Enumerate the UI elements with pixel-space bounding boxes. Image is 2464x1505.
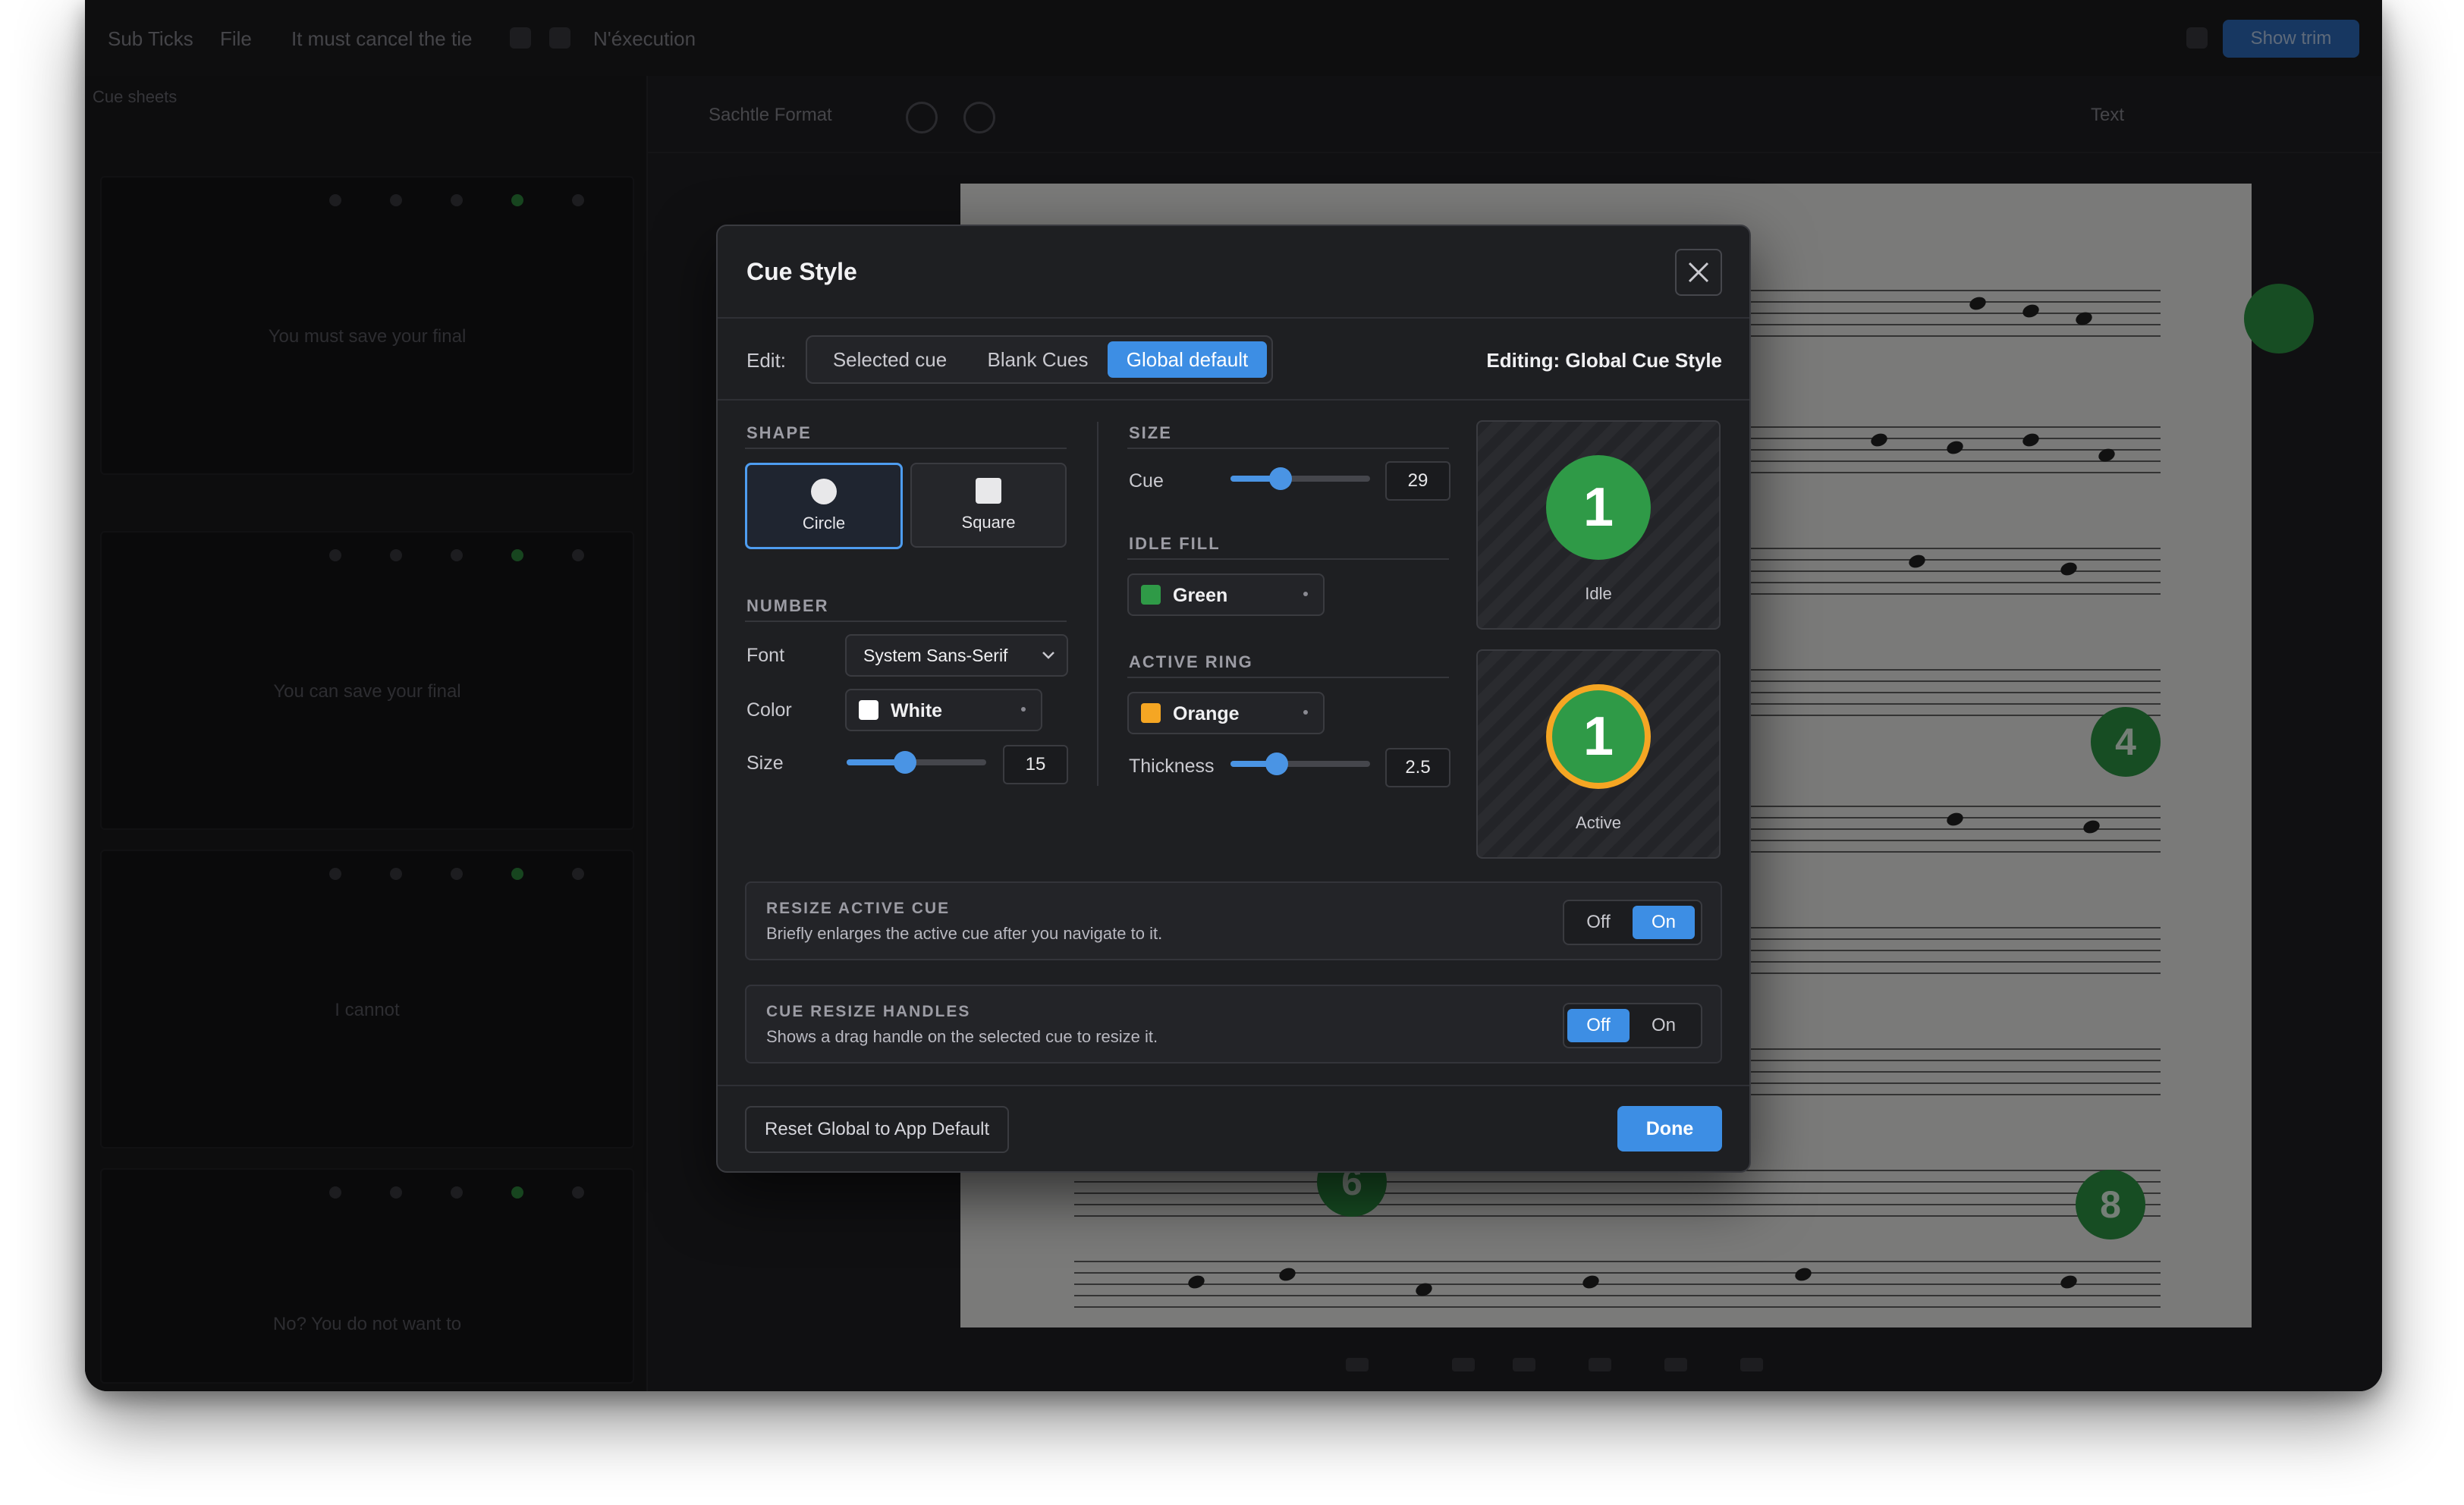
idle-fill-value: Green [1173,585,1228,606]
dropdown-indicator-icon [1303,710,1308,715]
resize-active-cue-setting: RESIZE ACTIVE CUE Briefly enlarges the a… [745,881,1722,960]
number-size-slider[interactable] [847,751,986,774]
edit-scope-label: Edit: [746,349,787,372]
close-button[interactable] [1675,249,1722,296]
number-color-select[interactable]: White [845,689,1042,731]
dropdown-indicator-icon [1021,707,1026,712]
done-button[interactable]: Done [1617,1106,1722,1152]
dialog-title: Cue Style [746,258,857,285]
chevron-down-icon [1042,652,1054,659]
slider-thumb[interactable] [1265,752,1288,775]
cue-size-label: Cue [1129,470,1164,492]
shape-label: Square [961,513,1016,532]
slider-thumb[interactable] [1269,467,1293,490]
toggle-off[interactable]: Off [1567,906,1630,939]
active-ring-select[interactable]: Orange [1127,692,1325,734]
toggle-on[interactable]: On [1633,906,1695,939]
active-caption: Active [1576,813,1621,832]
circle-icon [811,479,837,504]
shape-circle-button[interactable]: Circle [745,463,903,549]
toggle-off[interactable]: Off [1567,1009,1630,1042]
ring-thickness-slider[interactable] [1230,752,1370,775]
ring-thickness-input[interactable]: 2.5 [1385,748,1450,787]
thickness-label: Thickness [1129,756,1215,777]
reset-global-button[interactable]: Reset Global to App Default [745,1106,1010,1153]
color-label: Color [746,699,792,721]
setting-title: CUE RESIZE HANDLES [766,1003,971,1020]
number-color-value: White [891,700,943,721]
slider-thumb[interactable] [894,751,917,774]
shape-square-button[interactable]: Square [910,463,1067,548]
dropdown-indicator-icon [1303,592,1308,596]
active-ring-heading: ACTIVE RING [1129,652,1253,671]
shape-label: Circle [802,514,846,533]
idle-fill-select[interactable]: Green [1127,573,1325,616]
resize-active-cue-toggle: Off On [1563,900,1702,945]
font-value: System Sans-Serif [863,646,1008,665]
idle-caption: Idle [1585,584,1612,603]
cue-resize-handles-setting: CUE RESIZE HANDLES Shows a drag handle o… [745,985,1722,1064]
scope-blank-cues[interactable]: Blank Cues [971,341,1105,378]
active-preview: 1 Active [1476,649,1721,859]
number-size-input[interactable]: 15 [1003,745,1068,784]
active-cue-preview: 1 [1546,684,1651,789]
scope-selected-cue[interactable]: Selected cue [812,341,968,378]
number-size-label: Size [746,752,784,774]
edit-scope-segmented: Selected cue Blank Cues Global default [806,335,1273,384]
toggle-on[interactable]: On [1633,1009,1695,1042]
active-ring-value: Orange [1173,703,1240,724]
size-heading: SIZE [1129,423,1172,442]
color-swatch [1141,585,1161,605]
editing-status: Editing: Global Cue Style [1486,349,1722,372]
shape-heading: SHAPE [746,423,812,442]
number-heading: NUMBER [746,596,829,615]
setting-description: Briefly enlarges the active cue after yo… [766,924,1163,943]
color-swatch [1141,703,1161,723]
cue-size-slider[interactable] [1230,467,1370,490]
color-swatch [859,700,878,720]
setting-description: Shows a drag handle on the selected cue … [766,1027,1158,1046]
setting-title: RESIZE ACTIVE CUE [766,900,951,917]
square-icon [976,478,1001,504]
idle-preview: 1 Idle [1476,420,1721,630]
cue-resize-handles-toggle: Off On [1563,1003,1702,1048]
font-label: Font [746,645,785,666]
close-icon [1688,262,1709,283]
font-select[interactable]: System Sans-Serif [845,634,1068,677]
cue-style-dialog: Cue Style Edit: Selected cue Blank Cues … [716,225,1751,1173]
scope-global-default[interactable]: Global default [1108,341,1267,378]
idle-fill-heading: IDLE FILL [1129,534,1221,553]
idle-cue-preview: 1 [1546,455,1651,560]
cue-size-input[interactable]: 29 [1385,461,1450,501]
